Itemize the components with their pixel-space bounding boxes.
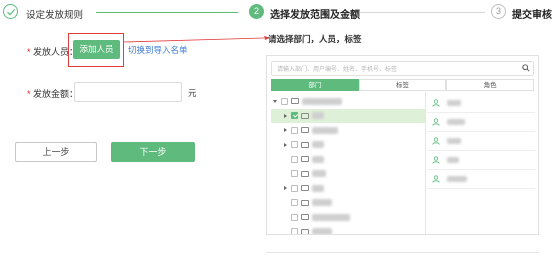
folder-icon: [301, 185, 309, 191]
prev-step-button[interactable]: 上一步: [15, 142, 97, 162]
folder-icon: [301, 199, 309, 206]
member-list: [427, 94, 535, 189]
node-label-redacted: [312, 126, 338, 134]
checkbox[interactable]: [291, 141, 298, 148]
import-list-link[interactable]: 切换到导入名单: [128, 44, 188, 56]
search-input[interactable]: 请输入部门、用户编号、姓名、手机号、标签: [271, 61, 534, 76]
search-icon[interactable]: [522, 64, 530, 72]
user-icon: [432, 118, 440, 126]
folder-icon: [301, 156, 309, 162]
folder-icon: [301, 141, 309, 148]
caret-down-icon[interactable]: [273, 100, 277, 103]
step3-number: 3: [491, 4, 506, 19]
user-icon: [432, 156, 440, 164]
member-item[interactable]: [427, 113, 535, 132]
node-label-redacted: [302, 97, 342, 105]
folder-icon: [301, 228, 309, 234]
step1-label: 设定发放规则: [26, 10, 84, 21]
node-label-redacted: [312, 228, 332, 234]
caret-right-icon[interactable]: [284, 186, 287, 190]
selector-tabs: 部门 标签 角色: [271, 79, 535, 91]
add-person-button[interactable]: 添加人员: [73, 40, 120, 59]
folder-icon: [301, 127, 309, 133]
user-icon: [432, 99, 440, 107]
tree-node[interactable]: [271, 94, 425, 109]
checkbox-checked[interactable]: [291, 112, 298, 119]
amount-input[interactable]: [74, 82, 182, 102]
step2-number: 2: [249, 4, 264, 19]
tree-node[interactable]: [271, 123, 425, 138]
member-name-redacted: [447, 157, 459, 163]
folder-icon: [301, 112, 309, 119]
caret-right-icon[interactable]: [284, 142, 287, 147]
folder-icon: [301, 170, 309, 177]
checkbox[interactable]: [291, 199, 298, 206]
checkbox[interactable]: [291, 213, 298, 221]
tree-node[interactable]: [271, 225, 425, 234]
step-connector-2: [360, 12, 485, 13]
member-item[interactable]: [427, 170, 535, 189]
callout-arrow-icon: [124, 36, 270, 43]
search-placeholder: 请输入部门、用户编号、姓名、手机号、标签: [277, 67, 398, 73]
next-step-button[interactable]: 下一步: [111, 142, 195, 162]
bottom-divider: [266, 252, 539, 253]
member-item[interactable]: [427, 94, 535, 113]
amount-label: * 发放金额：: [27, 89, 79, 99]
tree-node[interactable]: [271, 196, 425, 211]
tree-node[interactable]: [271, 167, 425, 182]
checkbox[interactable]: [291, 184, 298, 192]
tree-node[interactable]: [271, 210, 425, 225]
tab-roles[interactable]: 角色: [446, 79, 535, 91]
department-tree: [271, 94, 425, 234]
member-name-redacted: [447, 138, 461, 144]
checkbox[interactable]: [281, 97, 288, 105]
selector-panel: 请输入部门、用户编号、姓名、手机号、标签 部门 标签 角色: [266, 55, 539, 235]
checkbox[interactable]: [291, 228, 298, 234]
step2-label: 选择发放范围及金额: [270, 10, 360, 21]
folder-icon: [301, 214, 309, 220]
node-label-redacted: [312, 112, 324, 119]
tree-node[interactable]: [271, 138, 425, 153]
member-item[interactable]: [427, 151, 535, 170]
checkbox[interactable]: [291, 155, 298, 163]
tab-department[interactable]: 部门: [271, 79, 359, 91]
panel-divider: [425, 92, 426, 234]
member-item[interactable]: [427, 132, 535, 151]
tree-node-selected[interactable]: [271, 108, 425, 123]
tree-node[interactable]: [271, 181, 425, 196]
node-label-redacted: [312, 213, 350, 221]
node-label-redacted: [312, 184, 324, 192]
member-name-redacted: [447, 100, 461, 106]
step-connector-1: [96, 12, 238, 13]
panel-title: 请选择部门，人员，标签: [268, 34, 362, 44]
caret-right-icon[interactable]: [284, 128, 287, 132]
member-name-redacted: [447, 176, 467, 182]
node-label-redacted: [312, 141, 324, 148]
user-icon: [432, 175, 440, 183]
caret-right-icon[interactable]: [284, 113, 287, 118]
member-name-redacted: [447, 119, 465, 125]
step1-done-icon: [3, 4, 18, 19]
tree-node[interactable]: [271, 152, 425, 167]
amount-unit: 元: [188, 88, 197, 98]
user-icon: [432, 137, 440, 145]
checkbox[interactable]: [291, 126, 298, 134]
node-label-redacted: [312, 199, 332, 206]
node-label-redacted: [312, 170, 326, 177]
step3-label: 提交审核: [512, 10, 552, 21]
node-label-redacted: [312, 155, 324, 163]
tab-tags[interactable]: 标签: [358, 79, 447, 91]
folder-icon: [291, 98, 299, 104]
checkbox[interactable]: [291, 170, 298, 177]
